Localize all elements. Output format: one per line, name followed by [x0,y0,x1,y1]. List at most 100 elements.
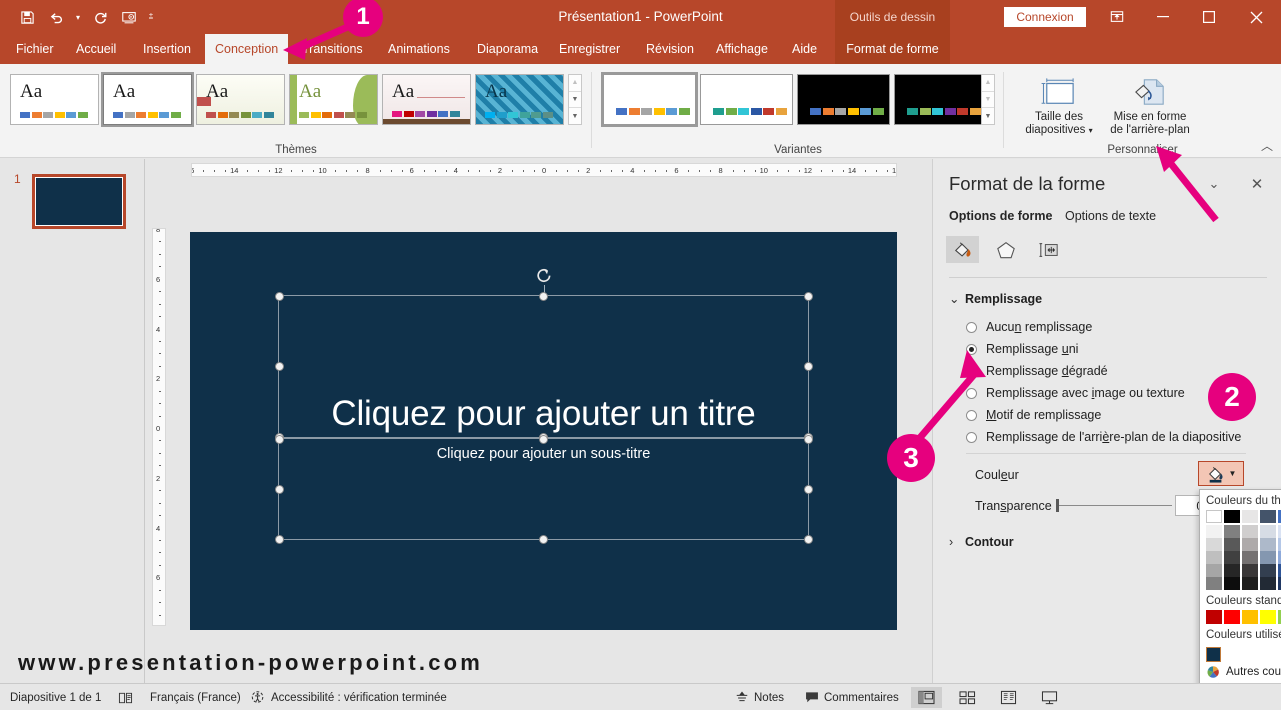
normal-view-button[interactable] [911,687,942,708]
notes-page-icon[interactable] [118,684,133,710]
color-swatch[interactable] [1206,577,1222,590]
variant-thumbnail[interactable] [894,74,987,125]
recent-color-swatch[interactable] [1206,647,1221,662]
more-themes-icon[interactable]: ▼ [569,108,581,124]
color-swatch[interactable] [1224,564,1240,577]
radio-button[interactable] [966,409,977,421]
tab-aide[interactable]: Aide [782,34,827,64]
color-swatch[interactable] [1242,564,1258,577]
tab-accueil[interactable]: Accueil [66,34,126,64]
transparency-slider-thumb[interactable] [1056,499,1059,512]
slide-size-button[interactable]: Taille des diapositives ▾ [1020,70,1098,142]
color-swatch[interactable] [1260,538,1276,551]
tab-options-de-forme[interactable]: Options de forme [949,209,1052,223]
chevron-down-icon[interactable]: ⌄ [1204,174,1224,194]
color-swatch[interactable] [1242,577,1258,590]
color-swatch[interactable] [1224,525,1240,538]
resize-handle-ne[interactable] [803,434,813,444]
tab-format-de-forme[interactable]: Format de forme [835,34,950,64]
color-swatch[interactable] [1206,525,1222,538]
undo-icon[interactable] [43,5,69,29]
more-colors-menu-item[interactable]: Autres couleurs [1200,662,1281,679]
resize-handle-nw[interactable] [274,291,284,301]
collapse-ribbon-button[interactable]: ︿ [1261,137,1273,154]
tab-transitions[interactable]: Transitions [292,34,373,64]
vertical-ruler[interactable]: 8 6 4 2 0 2 4 6 8 [152,228,166,626]
color-swatch[interactable] [1260,577,1276,590]
horizontal-ruler[interactable]: 16 14 12 10 8 6 4 2 0 2 4 6 8 10 12 14 16 [191,163,897,177]
resize-handle-e[interactable] [803,484,813,494]
resize-handle-nw[interactable] [274,434,284,444]
tab-fichier[interactable]: Fichier [6,34,64,64]
minimize-button[interactable] [1140,0,1186,34]
color-swatch[interactable] [1242,610,1258,624]
radio-button[interactable] [966,387,977,399]
color-swatch[interactable] [1224,551,1240,564]
tab-conception[interactable]: Conception [205,34,289,64]
resize-handle-n[interactable] [539,434,548,444]
tab-animations[interactable]: Animations [378,34,460,64]
variant-thumbnail-selected[interactable] [601,72,698,127]
resize-handle-w[interactable] [274,484,284,494]
accessibility-status[interactable]: Accessibilité : vérification terminée [251,684,447,710]
theme-thumbnail[interactable]: Aa [289,74,378,125]
theme-thumbnail[interactable]: Aa [10,74,99,125]
tab-insertion[interactable]: Insertion [133,34,201,64]
color-swatch[interactable] [1260,610,1276,624]
radio-motif-de-remplissage[interactable]: Motif de remplissage [966,406,1101,424]
color-swatch[interactable] [1242,525,1258,538]
chevron-down-icon[interactable]: ▼ [1229,469,1237,478]
chevron-expanded-icon[interactable]: ⌄ [949,291,965,306]
radio-button[interactable] [966,321,977,333]
color-swatch[interactable] [1206,564,1222,577]
variants-gallery-scrollbar[interactable]: ▲ ▼ ▼ [981,74,995,125]
theme-thumbnail[interactable]: Aa [196,74,285,125]
close-icon[interactable]: ✕ [1247,174,1267,194]
color-picker-dropdown[interactable]: Couleurs du thème [1199,489,1281,710]
resize-handle-se[interactable] [803,534,813,544]
rotate-handle-icon[interactable] [535,267,553,285]
radio-button-selected[interactable] [966,343,977,355]
variant-thumbnail[interactable] [797,74,890,125]
color-swatch[interactable] [1206,551,1222,564]
save-icon[interactable] [14,5,40,29]
color-swatch[interactable] [1260,525,1276,538]
section-header-remplissage[interactable]: ⌄ Remplissage [949,291,1042,306]
chevron-down-icon[interactable]: ▾ [1089,126,1093,135]
size-properties-icon[interactable] [1032,236,1065,263]
maximize-button[interactable] [1186,0,1232,34]
color-swatch[interactable] [1206,510,1222,523]
more-variants-icon[interactable]: ▼ [982,108,994,124]
resize-handle-w[interactable] [274,362,284,371]
slide-canvas[interactable]: Cliquez pour ajouter un titre Cliquez po… [190,232,897,630]
slide-sorter-view-button[interactable] [952,687,983,708]
background-format-button[interactable]: Mise en forme de l'arrière-plan [1100,70,1200,142]
tab-affichage[interactable]: Affichage [706,34,778,64]
tab-enregistrer[interactable]: Enregistrer [549,34,630,64]
resize-handle-e[interactable] [803,362,813,371]
scroll-down-icon[interactable]: ▼ [982,92,994,109]
themes-gallery-scrollbar[interactable]: ▲ ▼ ▼ [568,74,582,125]
color-swatch[interactable] [1260,551,1276,564]
fill-line-icon[interactable] [946,236,979,263]
fill-color-button[interactable]: ▼ [1198,461,1244,486]
color-swatch[interactable] [1224,510,1240,523]
scroll-down-icon[interactable]: ▼ [569,92,581,109]
section-header-contour[interactable]: › Contour [949,535,1014,549]
subtitle-placeholder[interactable]: Cliquez pour ajouter un sous-titre [274,434,813,544]
theme-color-column[interactable] [1260,510,1276,590]
notes-button[interactable]: Notes [735,684,784,710]
color-swatch[interactable] [1224,577,1240,590]
color-swatch[interactable] [1260,564,1276,577]
redo-icon[interactable] [87,5,113,29]
comments-button[interactable]: Commentaires [805,684,899,710]
resize-handle-ne[interactable] [803,291,813,301]
color-swatch[interactable] [1260,510,1276,523]
slide-thumbnail-1[interactable] [32,174,126,229]
tab-diaporama[interactable]: Diaporama [467,34,548,64]
effects-pentagon-icon[interactable] [989,236,1022,263]
theme-thumbnail-selected[interactable]: Aa [101,72,194,127]
resize-handle-s[interactable] [539,534,548,544]
radio-remplissage-degrade[interactable]: Remplissage dégradé [966,362,1108,380]
color-swatch[interactable] [1224,610,1240,624]
